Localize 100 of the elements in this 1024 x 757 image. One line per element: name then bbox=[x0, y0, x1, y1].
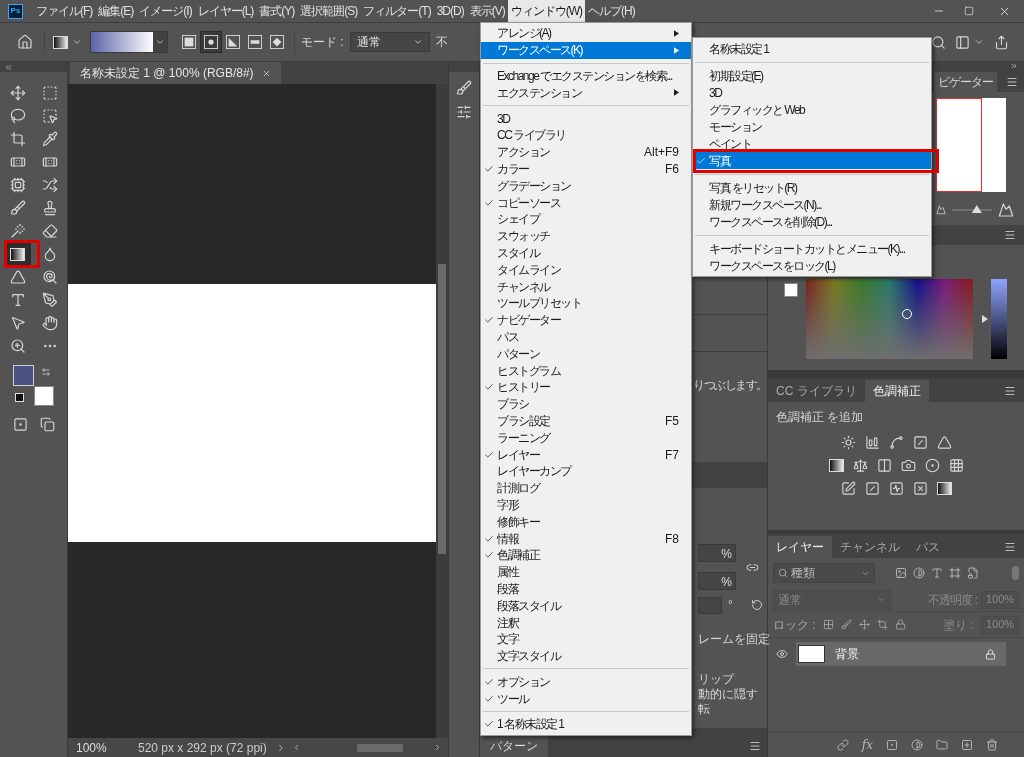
reset-icon[interactable] bbox=[750, 599, 763, 611]
vertical-scrollbar[interactable] bbox=[436, 84, 448, 738]
input-field[interactable]: % bbox=[698, 572, 736, 590]
background-color-swatch[interactable] bbox=[33, 386, 54, 406]
panel-tab[interactable]: ビゲーター bbox=[934, 72, 997, 92]
foreground-color-swatch[interactable] bbox=[12, 365, 34, 386]
menu-item[interactable]: 文字スタイル bbox=[481, 647, 691, 665]
menu-item[interactable]: 修飾キー bbox=[481, 513, 691, 531]
menu-bar-item[interactable]: ファイル(F) bbox=[33, 0, 96, 22]
adjustment-button[interactable] bbox=[828, 457, 844, 473]
input-field[interactable] bbox=[698, 596, 722, 614]
zoom-field[interactable]: 100% bbox=[68, 738, 116, 757]
menu-item[interactable]: レイヤーカンプ bbox=[481, 462, 691, 480]
mountain-icon[interactable] bbox=[998, 202, 1014, 218]
menu-item[interactable]: 1 名称未設定 1 bbox=[481, 716, 691, 733]
menu-bar-item[interactable]: 書式(Y) bbox=[256, 0, 298, 22]
menu-item[interactable]: ヒストグラム bbox=[481, 362, 691, 379]
panel-tab[interactable]: レイヤー bbox=[768, 536, 832, 558]
menu-item[interactable]: ブラシ bbox=[481, 395, 691, 413]
type-icon[interactable] bbox=[931, 567, 943, 579]
menu-item[interactable]: タイムライン bbox=[481, 261, 691, 279]
mode-dropdown[interactable]: 通常 bbox=[349, 32, 430, 52]
menu-bar-item[interactable]: 表示(V) bbox=[466, 0, 508, 22]
eye-icon[interactable] bbox=[776, 648, 788, 660]
menu-item[interactable]: 段落 bbox=[481, 580, 691, 598]
menu-item[interactable]: シェイプ bbox=[481, 210, 691, 228]
menu-item[interactable]: 字形 bbox=[481, 496, 691, 514]
menu-item[interactable]: キーボードショートカットとメニュー(K)... bbox=[693, 240, 931, 257]
brush-icon[interactable] bbox=[840, 619, 852, 630]
adjustment-button[interactable] bbox=[936, 480, 952, 496]
link-icon[interactable] bbox=[836, 738, 849, 751]
menu-bar-item[interactable]: 編集(E) bbox=[95, 0, 137, 22]
trash-icon[interactable] bbox=[986, 738, 998, 751]
menu-item[interactable]: ブラシ設定 F5 bbox=[481, 412, 691, 430]
menu-item[interactable]: ワークスペースをロック(L) bbox=[693, 257, 931, 274]
checker-icon[interactable] bbox=[822, 619, 834, 630]
menu-item[interactable]: アクション Alt+F9 bbox=[481, 143, 691, 161]
menu-item[interactable]: コピーソース bbox=[481, 194, 691, 211]
menu-bar-item[interactable]: レイヤー(L) bbox=[194, 0, 257, 22]
menu-item[interactable]: 3D bbox=[693, 84, 931, 101]
menu-item[interactable]: パターン bbox=[481, 345, 691, 363]
menu-item[interactable]: ヒストリー bbox=[481, 378, 691, 396]
mountain-icon[interactable] bbox=[936, 205, 946, 215]
menu-item[interactable]: モーション bbox=[693, 118, 931, 135]
menu-item[interactable]: ラーニング bbox=[481, 429, 691, 447]
menu-item[interactable]: 名称未設定 1 bbox=[693, 40, 931, 57]
menu-item[interactable]: スタイル bbox=[481, 244, 691, 262]
panel-tab[interactable]: パターン bbox=[480, 735, 548, 757]
fx-button[interactable]: fx bbox=[861, 735, 873, 754]
menu-item[interactable]: 写真 をリセット(R) bbox=[693, 179, 931, 196]
menu-item[interactable]: 3D bbox=[481, 110, 691, 127]
filter-toggle[interactable] bbox=[1012, 566, 1019, 580]
menu-item[interactable]: ナビゲーター bbox=[481, 311, 691, 329]
panel-menu-icon[interactable] bbox=[1004, 385, 1016, 397]
menu-item[interactable]: CC ライブラリ bbox=[481, 127, 691, 144]
image-icon[interactable] bbox=[895, 567, 907, 579]
menu-bar-item[interactable]: 選択範囲(S) bbox=[297, 0, 361, 22]
menu-item[interactable]: ワークスペース(K) bbox=[481, 41, 691, 59]
menu-bar-item[interactable]: ウィンドウ(W) bbox=[507, 0, 585, 22]
menu-bar-item[interactable]: ヘルプ(H) bbox=[585, 0, 638, 22]
file-lock-icon[interactable] bbox=[967, 567, 979, 579]
menu-item[interactable]: カラー F6 bbox=[481, 160, 691, 178]
menu-item[interactable]: レイヤー F7 bbox=[481, 446, 691, 463]
default-colors-icon[interactable] bbox=[14, 393, 24, 402]
screen-mode-button[interactable] bbox=[39, 417, 55, 432]
menu-item[interactable]: ツール bbox=[481, 690, 691, 708]
slider-thumb[interactable] bbox=[982, 315, 988, 323]
menu-item[interactable]: 情報 F8 bbox=[481, 530, 691, 547]
menu-item[interactable]: チャンネル bbox=[481, 278, 691, 295]
menu-item[interactable]: 注釈 bbox=[481, 614, 691, 631]
quick-mask-button[interactable] bbox=[12, 417, 28, 432]
menu-item[interactable]: 写真 bbox=[693, 152, 931, 169]
view-frame[interactable] bbox=[936, 98, 982, 192]
panel-menu-icon[interactable] bbox=[1006, 76, 1018, 88]
gradient-type-button[interactable] bbox=[200, 31, 222, 53]
brush-settings-button[interactable] bbox=[456, 80, 472, 96]
expand-icon[interactable] bbox=[1010, 62, 1018, 70]
panel-tab[interactable]: パス bbox=[908, 536, 948, 558]
menu-item[interactable]: 初期設定(E) bbox=[693, 67, 931, 84]
half-circle-icon[interactable] bbox=[911, 738, 923, 751]
plus-square-icon[interactable] bbox=[961, 738, 973, 751]
menu-item[interactable]: ペイント bbox=[693, 135, 931, 152]
color-chip[interactable] bbox=[784, 283, 798, 297]
menu-item[interactable]: 文字 bbox=[481, 630, 691, 648]
swap-icon[interactable] bbox=[40, 367, 51, 377]
chevron-right-icon[interactable] bbox=[276, 742, 286, 753]
menu-item[interactable]: 段落スタイル bbox=[481, 597, 691, 615]
menu-item[interactable]: エクステンション bbox=[481, 84, 691, 102]
panel-menu-icon[interactable] bbox=[749, 740, 761, 752]
menu-bar-item[interactable]: 3D(D) bbox=[433, 0, 467, 22]
menu-item[interactable]: パス bbox=[481, 328, 691, 346]
menu-item[interactable]: グラフィックと Web bbox=[693, 101, 931, 118]
frame-icon[interactable] bbox=[949, 567, 961, 579]
document-tab[interactable]: 名称未設定 1 @ 100% (RGB/8#) bbox=[70, 62, 281, 84]
menu-item[interactable]: 新規ワークスペース(N)... bbox=[693, 196, 931, 213]
lock-icon[interactable] bbox=[894, 619, 906, 630]
half-circle-icon[interactable] bbox=[913, 567, 925, 579]
horizontal-scrollbar[interactable] bbox=[292, 741, 442, 754]
panel-menu-icon[interactable] bbox=[1004, 229, 1016, 241]
menu-item[interactable]: ツールプリセット bbox=[481, 294, 691, 312]
